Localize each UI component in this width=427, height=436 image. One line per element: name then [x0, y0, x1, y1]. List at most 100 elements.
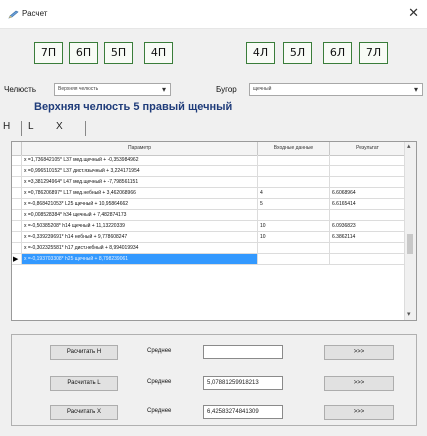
table-row[interactable]: x =-0,50385208* h14 щечный + 11,13220339…	[12, 221, 406, 232]
row-header-corner	[12, 142, 22, 155]
tooth-button-6l[interactable]: 6Л	[323, 42, 352, 64]
tooth-button-5l[interactable]: 5Л	[283, 42, 312, 64]
cell-input[interactable]: 10	[258, 232, 330, 242]
tab-x[interactable]: X	[56, 121, 63, 132]
cell-result[interactable]: 6.6068964	[330, 188, 406, 198]
jaw-select[interactable]: Верхняя челюсть ▾	[54, 83, 171, 96]
cell-parameter[interactable]: x =3,381294964* L47 мед.щечный + -7,7985…	[22, 177, 258, 187]
tab-divider	[85, 121, 86, 136]
tab-h[interactable]: H	[3, 121, 10, 132]
cell-parameter[interactable]: x =-0,19370330​8* h25 щечный + 8,7982390…	[22, 254, 258, 264]
calculation-panel: Расчитать H Среднее >>> Расчитать L Сред…	[11, 334, 417, 426]
tooth-button-5p[interactable]: 5П	[104, 42, 133, 64]
table-row[interactable]: x =3,381294964* L47 мед.щечный + -7,7985…	[12, 177, 406, 188]
jaw-label: Челюсть	[4, 85, 37, 94]
chevron-down-icon: ▾	[413, 85, 418, 94]
row-selector[interactable]	[12, 232, 22, 242]
cell-input[interactable]	[258, 210, 330, 220]
cell-parameter[interactable]: x =-0,50385208* h14 щечный + 11,13220339	[22, 221, 258, 231]
scroll-thumb[interactable]	[407, 234, 413, 254]
row-selector[interactable]	[12, 243, 22, 253]
cell-parameter[interactable]: x =0,786206897* L17 мед.небный + 3,46206…	[22, 188, 258, 198]
cell-parameter[interactable]: x =-0,868421053* L25 щечный + 10,9586466…	[22, 199, 258, 209]
calc-l-button[interactable]: Расчитать L	[50, 376, 118, 391]
average-label: Среднее	[147, 348, 172, 354]
table-row[interactable]: ▶ x =-0,19370330​8* h25 щечный + 8,798239…	[12, 254, 406, 265]
cell-input[interactable]	[258, 155, 330, 165]
row-selector[interactable]	[12, 221, 22, 231]
cell-input[interactable]	[258, 254, 330, 264]
cell-result[interactable]	[330, 254, 406, 264]
average-label: Среднее	[147, 379, 172, 385]
average-label: Среднее	[147, 408, 172, 414]
cell-input[interactable]	[258, 243, 330, 253]
tubercle-select-value: щечный	[253, 86, 272, 92]
cell-input[interactable]: 10	[258, 221, 330, 231]
row-selector[interactable]	[12, 199, 22, 209]
section-heading: Верхняя челюсть 5 правый щечный	[34, 101, 233, 113]
cell-parameter[interactable]: x =0,008528384* h34 щечный + 7,482874173	[22, 210, 258, 220]
calc-x-button[interactable]: Расчитать X	[50, 405, 118, 420]
cell-result[interactable]: 6.0936823	[330, 221, 406, 231]
cell-result[interactable]	[330, 155, 406, 165]
grid-scrollbar[interactable]: ▴ ▾	[404, 142, 416, 320]
column-header-input[interactable]: Входные данные	[258, 142, 330, 155]
current-row-icon: ▶	[13, 256, 19, 263]
jaw-select-value: Верхняя челюсть	[58, 86, 99, 92]
tooth-button-7l[interactable]: 7Л	[359, 42, 388, 64]
cell-input[interactable]: 4	[258, 188, 330, 198]
tooth-button-7p[interactable]: 7П	[34, 42, 63, 64]
calc-h-button[interactable]: Расчитать H	[50, 345, 118, 360]
row-selector[interactable]	[12, 177, 22, 187]
tooth-button-4p[interactable]: 4П	[144, 42, 173, 64]
cell-parameter[interactable]: x =0,996510152* L37 дист.язычный + 3,224…	[22, 166, 258, 176]
tab-divider	[21, 121, 22, 136]
cell-result[interactable]: 6.6165414	[330, 199, 406, 209]
table-row[interactable]: x =-0,339239691* h14 небный + 9,77860824…	[12, 232, 406, 243]
table-row[interactable]: x =0,996510152* L37 дист.язычный + 3,224…	[12, 166, 406, 177]
transfer-l-button[interactable]: >>>	[324, 376, 394, 391]
pencil-icon	[8, 10, 19, 19]
cell-input[interactable]	[258, 166, 330, 176]
table-row[interactable]: x =-0,302325581* h17 дист.небный + 8,994…	[12, 243, 406, 254]
cell-result[interactable]	[330, 166, 406, 176]
data-grid[interactable]: Параметр Входные данные Результат x =1,7…	[11, 141, 417, 321]
average-l-field[interactable]: 5,07881259918213	[203, 376, 283, 390]
cell-parameter[interactable]: x =-0,302325581* h17 дист.небный + 8,994…	[22, 243, 258, 253]
scroll-up-icon[interactable]: ▴	[407, 142, 411, 150]
column-header-result[interactable]: Результат	[330, 142, 406, 155]
cell-result[interactable]	[330, 243, 406, 253]
table-row[interactable]: x =0,008528384* h34 щечный + 7,482874173	[12, 210, 406, 221]
cell-input[interactable]	[258, 177, 330, 187]
table-row[interactable]: x =-0,868421053* L25 щечный + 10,9586466…	[12, 199, 406, 210]
average-h-field[interactable]	[203, 345, 283, 359]
row-selector[interactable]	[12, 166, 22, 176]
row-selector[interactable]	[12, 155, 22, 165]
cell-result[interactable]	[330, 177, 406, 187]
chevron-down-icon: ▾	[161, 85, 166, 94]
title-bar: Расчет ✕	[0, 0, 427, 29]
cell-parameter[interactable]: x =1,736842105* L37 мед.щечный + -0,3539…	[22, 155, 258, 165]
window-title: Расчет	[22, 9, 48, 18]
average-x-field[interactable]: 6,42583274841309	[203, 405, 283, 419]
column-header-parameter[interactable]: Параметр	[22, 142, 258, 155]
row-selector[interactable]	[12, 188, 22, 198]
transfer-h-button[interactable]: >>>	[324, 345, 394, 360]
cell-result[interactable]	[330, 210, 406, 220]
cell-parameter[interactable]: x =-0,339239691* h14 небный + 9,77860824…	[22, 232, 258, 242]
close-button[interactable]: ✕	[408, 5, 419, 21]
tab-l[interactable]: L	[28, 121, 34, 132]
transfer-x-button[interactable]: >>>	[324, 405, 394, 420]
table-row[interactable]: x =1,736842105* L37 мед.щечный + -0,3539…	[12, 155, 406, 166]
cell-input[interactable]: 5	[258, 199, 330, 209]
row-selector[interactable]: ▶	[12, 254, 22, 264]
tubercle-label: Бугор	[216, 85, 237, 94]
scroll-down-icon[interactable]: ▾	[407, 310, 411, 318]
tooth-button-6p[interactable]: 6П	[69, 42, 98, 64]
tooth-button-4l[interactable]: 4Л	[246, 42, 275, 64]
cell-result[interactable]: 6.3862114	[330, 232, 406, 242]
row-selector[interactable]	[12, 210, 22, 220]
table-row[interactable]: x =0,786206897* L17 мед.небный + 3,46206…	[12, 188, 406, 199]
grid-header: Параметр Входные данные Результат	[12, 142, 406, 156]
tubercle-select[interactable]: щечный ▾	[249, 83, 423, 96]
